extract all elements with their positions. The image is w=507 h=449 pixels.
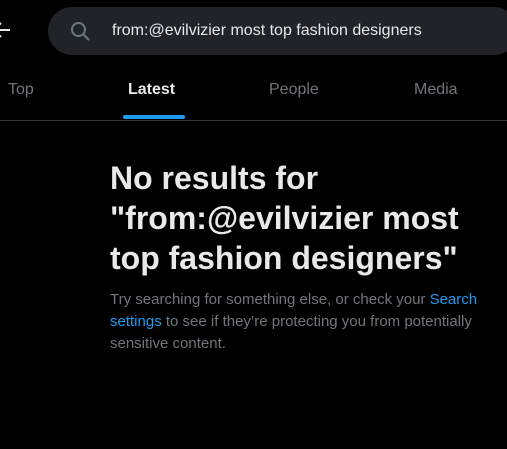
- search-bar[interactable]: from:@evilvizier most top fashion design…: [48, 7, 507, 55]
- tab-top[interactable]: Top: [8, 60, 34, 120]
- empty-state-title: No results for "from:@evilvizier most to…: [110, 160, 459, 276]
- search-input[interactable]: from:@evilvizier most top fashion design…: [112, 7, 507, 55]
- tab-people[interactable]: People: [269, 60, 319, 120]
- empty-state: No results for "from:@evilvizier most to…: [110, 158, 490, 355]
- back-arrow-icon[interactable]: [0, 18, 12, 42]
- active-tab-indicator: [123, 115, 185, 119]
- empty-state-description: Try searching for something else, or che…: [110, 289, 485, 355]
- empty-state-desc-text: Try searching for something else, or che…: [110, 291, 430, 308]
- search-tabs: Top Latest People Media: [0, 60, 507, 121]
- tab-latest[interactable]: Latest: [128, 60, 175, 120]
- empty-state-desc-text-end: to see if they’re protecting you from po…: [110, 313, 472, 352]
- search-icon: [70, 21, 90, 41]
- tab-media[interactable]: Media: [414, 60, 458, 120]
